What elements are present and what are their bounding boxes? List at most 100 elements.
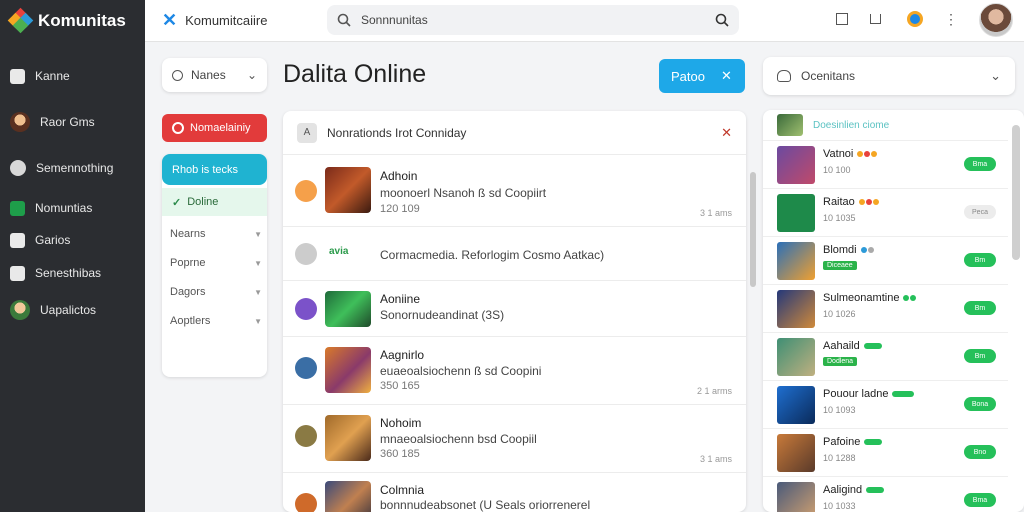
feed-post[interactable]: avia Cormacmedia. Reforlogim Cosmo Aatka… [283,227,746,281]
feed-post[interactable]: Adhoin moonoerl Nsanoh ß sd Coopiirt 120… [283,155,746,227]
cyan-button-label: Rhob is tecks [172,163,239,176]
game-thumbnail[interactable] [325,481,371,512]
share-icon[interactable] [864,8,886,30]
friend-row[interactable]: Vatnoi 10 100 Bma [763,140,1008,188]
friend-name[interactable]: Blomdi [823,244,874,256]
friend-name[interactable]: Pafoine [823,436,883,448]
status-pill[interactable]: Bona [964,397,996,411]
search-bar[interactable]: Sonnnunitas [327,5,739,35]
friend-name[interactable]: Aaligind [823,484,885,496]
feed-post[interactable]: Aoniine Sonornudeandinat (3S) [283,281,746,337]
sidebar-item-something[interactable]: Semennothing [10,156,140,180]
feed-scrollbar[interactable] [750,172,756,287]
friend-avatar[interactable] [777,242,815,280]
game-thumbnail[interactable] [325,415,371,461]
friend-row[interactable]: Blomdi Diceaee Bm [763,236,1008,284]
online-filter[interactable]: ✓ Doline [162,188,267,216]
friend-avatar[interactable] [777,434,815,472]
game-thumbnail[interactable] [325,291,371,327]
sidebar-item-label: Raor Gms [40,115,95,129]
app-logo[interactable]: Komunitas [7,7,140,34]
chevron-down-icon: ⌄ [246,68,257,82]
status-pill[interactable]: Bma [964,493,996,507]
red-button-label: Nomaelainiy [190,122,251,134]
post-author[interactable]: Aagnirlo [380,348,424,362]
primary-action-button[interactable]: Patoo ✕ [659,59,745,93]
status-pill[interactable]: Bm [964,253,996,267]
filter-row[interactable]: Nearns ▼ [170,224,262,244]
notification-icon[interactable] [904,8,926,30]
gamepad-icon [10,160,26,176]
controller-icon [10,265,25,281]
feed-post[interactable]: Aagnirlo euaeoalsiochenn ß sd Coopini 35… [283,337,746,405]
sidebar-item-communities[interactable]: Nomuntias [10,196,140,220]
friend-avatar[interactable] [777,194,815,232]
badge-icons [903,295,917,301]
sidebar-item-label: Nomuntias [35,201,93,215]
friend-avatar[interactable] [777,114,803,136]
friend-avatar[interactable] [777,338,815,376]
caret-down-icon: ▼ [254,316,262,326]
check-icon: ✓ [172,196,182,209]
friend-name-text: Pouour ladne [823,388,889,400]
friend-name-text: Aahaild [823,340,860,352]
filter-row[interactable]: Poprne ▼ [170,253,262,273]
friend-avatar[interactable] [777,290,815,328]
friend-row[interactable]: Pafoine 10 1288 Bno [763,428,1008,476]
close-icon[interactable]: ✕ [721,125,732,141]
sidebar-item-garios[interactable]: Garios [10,228,140,252]
friend-name[interactable]: Aahaild [823,340,882,352]
friends-header: Doesinlien ciome [763,110,1024,140]
filter-row-label: Nearns [170,228,206,240]
status-pill[interactable]: Bma [964,157,996,171]
friend-name[interactable]: Raitao [823,196,879,208]
friend-row[interactable]: Raitao 10 1035 Peca [763,188,1008,236]
post-author[interactable]: Aoniine [380,292,420,306]
search-submit-icon[interactable] [715,13,729,27]
friend-name[interactable]: Sulmeonamtine [823,292,917,304]
close-x-icon: ✕ [162,10,178,30]
friend-avatar[interactable] [777,482,815,512]
friend-name[interactable]: Vatnoi [823,148,878,160]
friend-row[interactable]: Aahaild Dodlena Bm [763,332,1008,380]
post-author[interactable]: Adhoin [380,169,417,183]
more-options-icon[interactable]: ⋮ [940,8,962,30]
names-dropdown[interactable]: Nanes ⌄ [162,58,267,92]
game-thumbnail[interactable] [325,167,371,213]
friend-row[interactable]: Sulmeonamtine 10 1026 Bm [763,284,1008,332]
window-icon[interactable] [831,8,853,30]
left-sidebar: Komunitas Kanne Raor Gms Semennothing No… [0,0,145,512]
friend-row[interactable]: Pouour ladne 10 1093 Bona [763,380,1008,428]
filter-row[interactable]: Dagors ▼ [170,282,262,302]
post-text: Sonornudeandinat (3S) [380,308,505,322]
post-author[interactable]: Colmnia [380,483,424,497]
site-title[interactable]: ✕ Komumitcaiire [162,10,267,31]
post-stat: 3 1 ams [699,454,732,464]
sidebar-item-senesthibas[interactable]: Senesthibas [10,261,140,285]
red-action-button[interactable]: Nomaelainiy [162,114,267,142]
friends-scrollbar[interactable] [1012,125,1020,260]
sidebar-item-games[interactable]: Raor Gms [10,110,140,134]
search-input[interactable]: Sonnnunitas [361,13,705,27]
close-icon[interactable]: ✕ [721,68,732,84]
feed-post[interactable]: Nohoim mnaeoalsiochenn bsd Coopiil 360 1… [283,405,746,473]
friend-avatar[interactable] [777,146,815,184]
user-avatar[interactable] [979,3,1013,37]
game-thumbnail[interactable] [325,347,371,393]
sidebar-item-uapalictos[interactable]: Uapalictos [10,298,140,322]
friend-row[interactable]: Aaligind 10 1033 Bma [763,476,1008,512]
feed-post[interactable]: Colmnia bonnnudeabsonet (U Seals oriorre… [283,473,746,512]
filter-row[interactable]: Aoptlers ▼ [170,311,262,331]
post-author[interactable]: Nohoim [380,416,421,430]
friends-dropdown[interactable]: Ocenitans ⌄ [763,57,1015,95]
status-pill[interactable]: Peca [964,205,996,219]
sidebar-item-home[interactable]: Kanne [10,64,140,88]
status-pill[interactable]: Bno [964,445,996,459]
friend-avatar[interactable] [777,386,815,424]
status-pill[interactable]: Bm [964,349,996,363]
friend-name[interactable]: Pouour ladne [823,388,915,400]
game-tag: Diceaee [823,261,857,270]
post-stat: 2 1 arms [696,386,732,396]
status-pill[interactable]: Bm [964,301,996,315]
cyan-filter-button[interactable]: Rhob is tecks [162,154,267,185]
